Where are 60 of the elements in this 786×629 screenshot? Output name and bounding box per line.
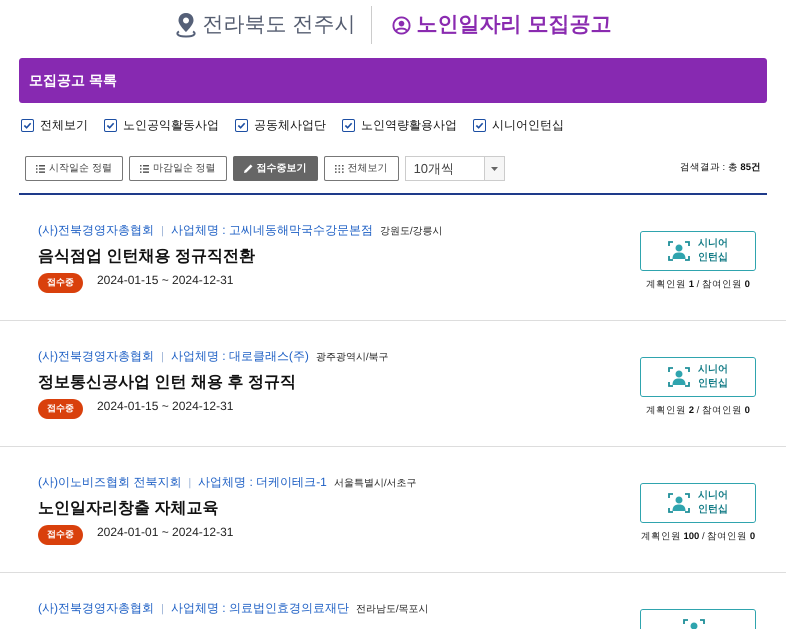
organization-name: (사)전북경영자총협회 <box>38 600 154 616</box>
toolbar-button[interactable]: 마감일순 정렬 <box>128 156 227 181</box>
person-frame-icon <box>668 240 690 260</box>
status-badge: 접수중 <box>38 399 83 418</box>
person-frame-icon <box>668 366 690 386</box>
program-type-button[interactable]: 시니어 인턴십 <box>640 230 756 270</box>
filter-label: 공동체사업단 <box>254 117 326 134</box>
posting-title[interactable]: 정보통신공사업 인턴 채용 후 정규직 <box>38 371 630 395</box>
grid-icon <box>334 164 344 172</box>
checkbox[interactable] <box>473 118 486 132</box>
location: 강원도/강릉시 <box>380 224 443 238</box>
caret-icon <box>490 166 498 170</box>
list-icon <box>140 164 149 172</box>
panel-title: 모집공고 목록 <box>29 71 117 90</box>
organization-name: (사)전북경영자총협회 <box>38 222 154 238</box>
pencil-icon <box>244 164 253 173</box>
separator: | <box>188 476 192 490</box>
checkbox[interactable] <box>104 118 117 132</box>
headcount: 계획인원 100 / 참여인원 0 <box>640 530 756 544</box>
user-circle-icon <box>392 16 410 34</box>
posting-title[interactable]: 노인일자리창출 자체교육 <box>38 497 630 521</box>
company-name: 사업체명 : 대로클래스(주) <box>170 348 309 364</box>
location: 전라남도/목포시 <box>356 602 429 616</box>
toolbar-button[interactable]: 접수중보기 <box>232 156 318 181</box>
organization-name: (사)이노비즈협회 전북지회 <box>38 474 182 490</box>
headcount: 계획인원 1 / 참여인원 0 <box>646 278 750 292</box>
page-title: 노인일자리 모집공고 <box>416 12 612 38</box>
posting-title[interactable]: 음식점업 인턴채용 정규직전환 <box>38 245 630 269</box>
separator: | <box>161 602 164 616</box>
checkbox[interactable] <box>235 118 248 132</box>
location: 광주광역시/북구 <box>316 350 389 364</box>
organization-name: (사)전북경영자총협회 <box>38 348 154 364</box>
period: 2024-01-01 ~ 2024-12-31 <box>97 524 234 541</box>
result-count: 검색결과 : 총 85건 <box>680 161 761 176</box>
filter-label: 전체보기 <box>40 117 88 134</box>
company-name: 사업체명 : 고씨네동해막국수강문본점 <box>170 222 373 238</box>
location: 서울특별시/서초구 <box>334 476 417 490</box>
separator: | <box>161 350 164 364</box>
separator: | <box>161 224 164 238</box>
filter-label: 시니어인턴십 <box>492 117 564 134</box>
toolbar-button[interactable]: 전체보기 <box>324 156 399 181</box>
status-badge: 접수중 <box>38 525 83 544</box>
program-type-button[interactable]: 시니어 인턴십 <box>640 482 756 522</box>
program-type-button[interactable]: 시니어 인턴십 <box>640 356 756 396</box>
period: 2024-01-15 ~ 2024-12-31 <box>97 272 234 289</box>
checkbox[interactable] <box>21 118 34 132</box>
region-name: 전라북도 전주시 <box>202 12 356 38</box>
company-name: 사업체명 : 더케이테크-1 <box>198 474 327 490</box>
filter-label: 노인역량활용사업 <box>361 117 457 134</box>
page-size-select[interactable]: 10개씩 <box>404 156 505 181</box>
list-icon <box>36 164 45 172</box>
person-frame-icon <box>668 492 690 512</box>
toolbar-button[interactable]: 시작일순 정렬 <box>25 156 123 181</box>
period: 2024-01-15 ~ 2024-12-31 <box>97 398 234 415</box>
status-badge: 접수중 <box>38 273 83 292</box>
location-pin-icon <box>174 12 197 38</box>
company-name: 사업체명 : 의료법인효경의료재단 <box>170 600 349 616</box>
checkbox[interactable] <box>342 118 355 132</box>
headcount: 계획인원 2 / 참여인원 0 <box>646 404 750 418</box>
filter-label: 노인공익활동사업 <box>123 117 219 134</box>
